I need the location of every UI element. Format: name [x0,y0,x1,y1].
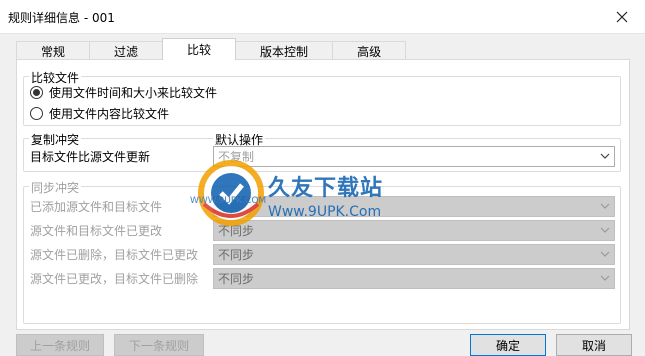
radio-content[interactable]: 使用文件内容比较文件 [30,105,169,122]
copy-conflict-value: 不复制 [218,150,255,164]
sync-combo-value: 不同步 [218,248,255,262]
sync-combo-value: 不同步 [218,272,255,286]
chevron-down-icon [600,153,610,159]
chevron-down-icon [600,251,610,257]
tab-advanced[interactable]: 高级 [332,41,407,60]
tab-general[interactable]: 常规 [16,41,91,60]
sync-conflict-group: 同步冲突 已添加源文件和目标文件 源文件和目标文件已更改 不同步 源文件已删除，… [23,179,621,324]
sync-combo-added[interactable] [213,196,615,217]
copy-conflict-legend: 复制冲突 [29,131,82,148]
chevron-down-icon [600,227,610,233]
sync-combo-value: 不同步 [218,224,255,238]
radio-content-label: 使用文件内容比较文件 [49,107,170,121]
radio-time-size[interactable]: 使用文件时间和大小来比较文件 [30,84,217,101]
sync-row-label: 源文件和目标文件已更改 [30,224,163,238]
sync-combo-target-deleted[interactable]: 不同步 [213,268,615,289]
cancel-button[interactable]: 取消 [556,334,632,356]
title-bar: 规则详细信息 - 001 [0,0,645,34]
next-rule-button[interactable]: 下一条规则 [114,334,204,356]
tab-panel-compare: 比较文件 使用文件时间和大小来比较文件 使用文件内容比较文件 复制冲突 默认操作… [16,59,630,330]
sync-combo-both-changed[interactable]: 不同步 [213,220,615,241]
tab-version-control[interactable]: 版本控制 [235,41,334,60]
sync-conflict-legend: 同步冲突 [29,179,82,196]
close-icon [616,11,628,23]
tab-compare[interactable]: 比较 [162,38,237,60]
tab-filter[interactable]: 过滤 [89,41,164,60]
sync-row-label: 源文件已删除，目标文件已更改 [30,248,199,262]
ok-button[interactable]: 确定 [470,334,546,356]
sync-row-label: 已添加源文件和目标文件 [30,200,163,214]
compare-files-group: 比较文件 使用文件时间和大小来比较文件 使用文件内容比较文件 [23,69,621,126]
dialog-body: 常规 过滤 比较 版本控制 高级 比较文件 使用文件时间和大小来比较文件 使用文… [0,34,645,356]
chevron-down-icon [600,275,610,281]
window-title: 规则详细信息 - 001 [8,11,115,25]
close-button[interactable] [599,0,645,34]
copy-conflict-combo[interactable]: 不复制 [213,146,615,167]
tab-strip: 常规 过滤 比较 版本控制 高级 [16,38,407,60]
copy-conflict-row-label: 目标文件比源文件更新 [30,150,151,164]
sync-combo-source-deleted[interactable]: 不同步 [213,244,615,265]
radio-selected-icon [30,86,43,99]
radio-unselected-icon [30,107,43,120]
copy-conflict-group: 复制冲突 默认操作 目标文件比源文件更新 不复制 [23,131,621,172]
prev-rule-button[interactable]: 上一条规则 [16,334,104,356]
sync-row-label: 源文件已更改，目标文件已删除 [30,272,199,286]
chevron-down-icon [600,203,610,209]
radio-time-size-label: 使用文件时间和大小来比较文件 [49,86,218,100]
